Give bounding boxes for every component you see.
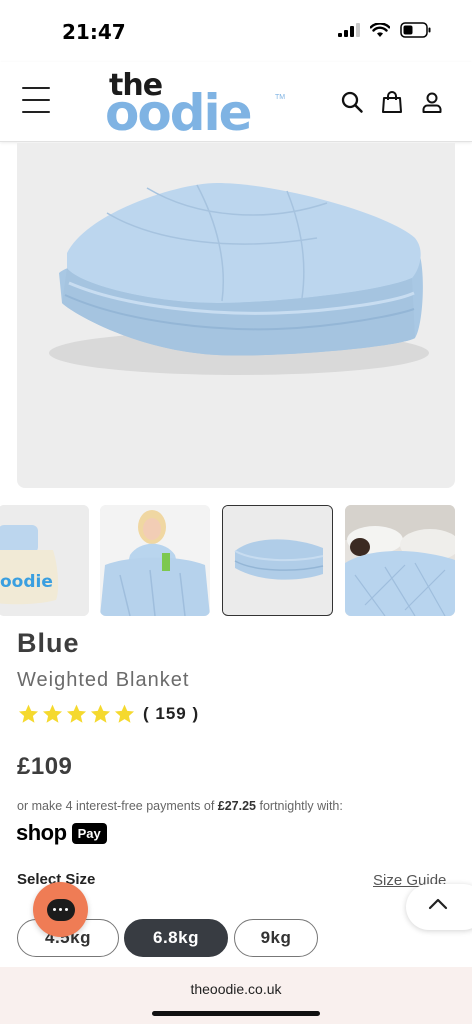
- menu-icon[interactable]: [22, 87, 50, 113]
- product-price: £109: [17, 753, 73, 780]
- installment-suffix: fortnightly with:: [256, 799, 343, 813]
- size-option-9kg[interactable]: 9kg: [234, 919, 318, 957]
- shopping-bag-icon[interactable]: [380, 90, 404, 114]
- product-title: Blue: [17, 628, 80, 658]
- status-icons: [338, 22, 432, 38]
- shop-pay-badge: Pay: [71, 822, 107, 844]
- star-icon: [42, 704, 63, 723]
- logo-oodie-text: oodie: [105, 84, 253, 142]
- cellular-signal-icon: [338, 23, 360, 37]
- star-icon: [114, 704, 135, 723]
- status-time: 21:47: [62, 20, 126, 44]
- installment-prefix: or make 4 interest-free payments of: [17, 799, 218, 813]
- chat-button[interactable]: [33, 882, 88, 937]
- url-text[interactable]: theoodie.co.uk: [0, 981, 472, 997]
- product-rating[interactable]: ( 159 ): [17, 703, 199, 725]
- product-hero-image[interactable]: [17, 143, 455, 488]
- search-icon[interactable]: [340, 90, 364, 114]
- battery-icon: [400, 22, 431, 38]
- site-header: the oodie TM: [0, 62, 472, 142]
- product-thumbnails: oodie: [0, 505, 472, 616]
- header-actions: [340, 90, 444, 114]
- oodie-logo[interactable]: the oodie TM: [105, 68, 290, 142]
- product-subtitle: Weighted Blanket: [17, 669, 190, 691]
- star-icon: [90, 704, 111, 723]
- installment-note: or make 4 interest-free payments of £27.…: [17, 799, 343, 813]
- thumbnail-package[interactable]: oodie: [0, 505, 89, 616]
- wifi-icon: [370, 22, 390, 37]
- installment-amount: £27.25: [217, 799, 257, 813]
- thumbnail-woman-blanket[interactable]: [100, 505, 210, 616]
- shop-pay-logo[interactable]: shop Pay: [16, 820, 107, 846]
- home-indicator[interactable]: [152, 1011, 320, 1016]
- size-option-6-8kg[interactable]: 6.8kg: [124, 919, 228, 957]
- logo-trademark: TM: [275, 94, 286, 101]
- star-icon: [66, 704, 87, 723]
- thumbnail-person-sleeping[interactable]: [345, 505, 455, 616]
- folded-blanket-image: [49, 183, 429, 375]
- chat-bubble-icon: [46, 898, 75, 921]
- thumbnail-folded-blanket[interactable]: [222, 505, 333, 616]
- review-count[interactable]: ( 159 ): [143, 704, 199, 724]
- status-bar: 21:47: [0, 0, 472, 62]
- browser-url-bar[interactable]: theoodie.co.uk: [0, 967, 472, 1024]
- chevron-up-icon: [428, 898, 448, 910]
- star-icon: [18, 704, 39, 723]
- user-icon[interactable]: [420, 90, 444, 114]
- scroll-to-top-button[interactable]: [406, 884, 472, 930]
- shop-pay-shop-text: shop: [16, 820, 67, 845]
- thumbnail-oodie-label: oodie: [0, 572, 53, 592]
